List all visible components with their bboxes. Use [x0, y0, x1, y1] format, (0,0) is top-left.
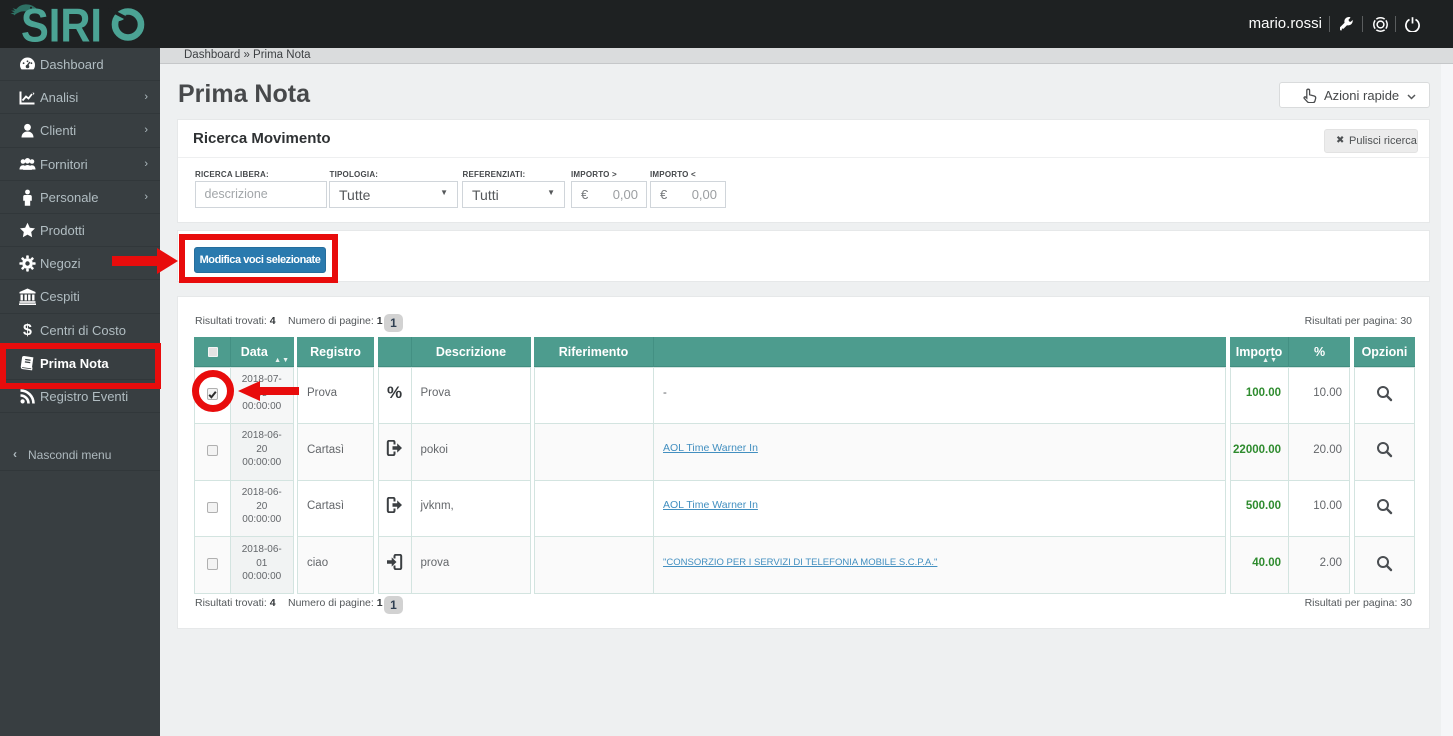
svg-text:SIRI: SIRI: [21, 0, 102, 48]
